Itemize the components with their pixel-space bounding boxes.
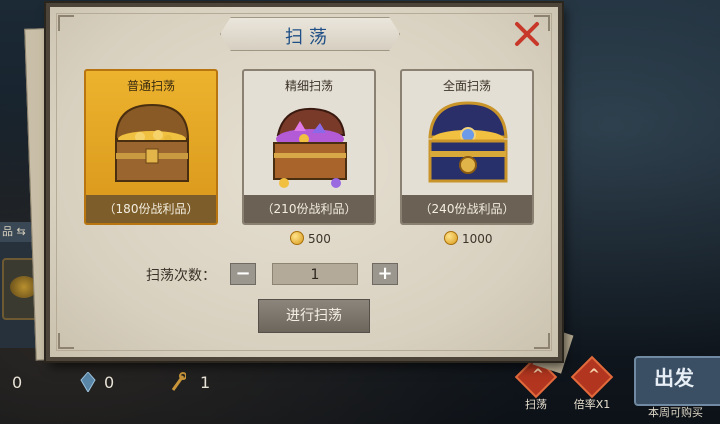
close-icon[interactable] (512, 19, 542, 49)
start-sweep-button[interactable]: 进行扫荡 (258, 299, 370, 333)
sweep-option-fine[interactable]: 精细扫荡 （210份战利品） (242, 69, 376, 225)
stat-value-1: 0 (12, 373, 23, 392)
option-name: 普通扫荡 (126, 79, 175, 93)
corner-ornament (534, 333, 550, 349)
sweep-dialog: 扫荡 普通扫荡 （180份战利品） 精细扫荡 （210份战利品） 全面扫荡 （2… (46, 3, 562, 361)
corner-ornament (58, 333, 74, 349)
option-name: 全面扫荡 (442, 79, 491, 93)
bottom-sweep-label: 扫荡 (525, 398, 547, 411)
key-icon (171, 372, 186, 391)
sweep-count-label: 扫荡次数： (146, 268, 216, 284)
price-fine: 500 (290, 231, 331, 249)
price-value: 500 (308, 232, 331, 246)
resource-stats: 0 0 1 (0, 370, 240, 400)
chevron-up-icon (570, 355, 614, 399)
crystal-icon (80, 372, 96, 392)
depart-button[interactable]: 出发 (634, 356, 720, 406)
option-reward: （240份战利品） (402, 195, 532, 223)
multiplier-button[interactable]: 倍率X1 (568, 355, 616, 412)
weekly-purchase-text: 本周可购买 (648, 406, 703, 419)
decrease-count-button[interactable]: − (230, 263, 256, 285)
increase-count-button[interactable]: + (372, 263, 398, 285)
price-full: 1000 (444, 231, 493, 249)
option-reward: （180份战利品） (86, 195, 216, 223)
sweep-option-full[interactable]: 全面扫荡 （240份战利品） (400, 69, 534, 225)
stat-value-3: 1 (200, 373, 211, 392)
stat-value-2: 0 (104, 373, 115, 392)
corner-ornament (58, 15, 74, 31)
price-value: 1000 (462, 232, 493, 246)
side-tab-label: 品 (2, 225, 13, 238)
gold-coin-icon (444, 231, 458, 245)
royal-chest-icon (428, 101, 508, 183)
option-reward: （210份战利品） (244, 195, 374, 223)
gem-chest-icon (273, 107, 347, 188)
sweep-count-input[interactable]: 1 (272, 263, 358, 285)
option-name: 精细扫荡 (284, 79, 333, 93)
multiplier-label: 倍率X1 (573, 398, 611, 411)
dialog-title: 扫荡 (285, 27, 333, 48)
gold-coin-icon (290, 231, 304, 245)
sweep-option-normal[interactable]: 普通扫荡 （180份战利品） (84, 69, 218, 225)
wooden-chest-icon (114, 103, 190, 182)
